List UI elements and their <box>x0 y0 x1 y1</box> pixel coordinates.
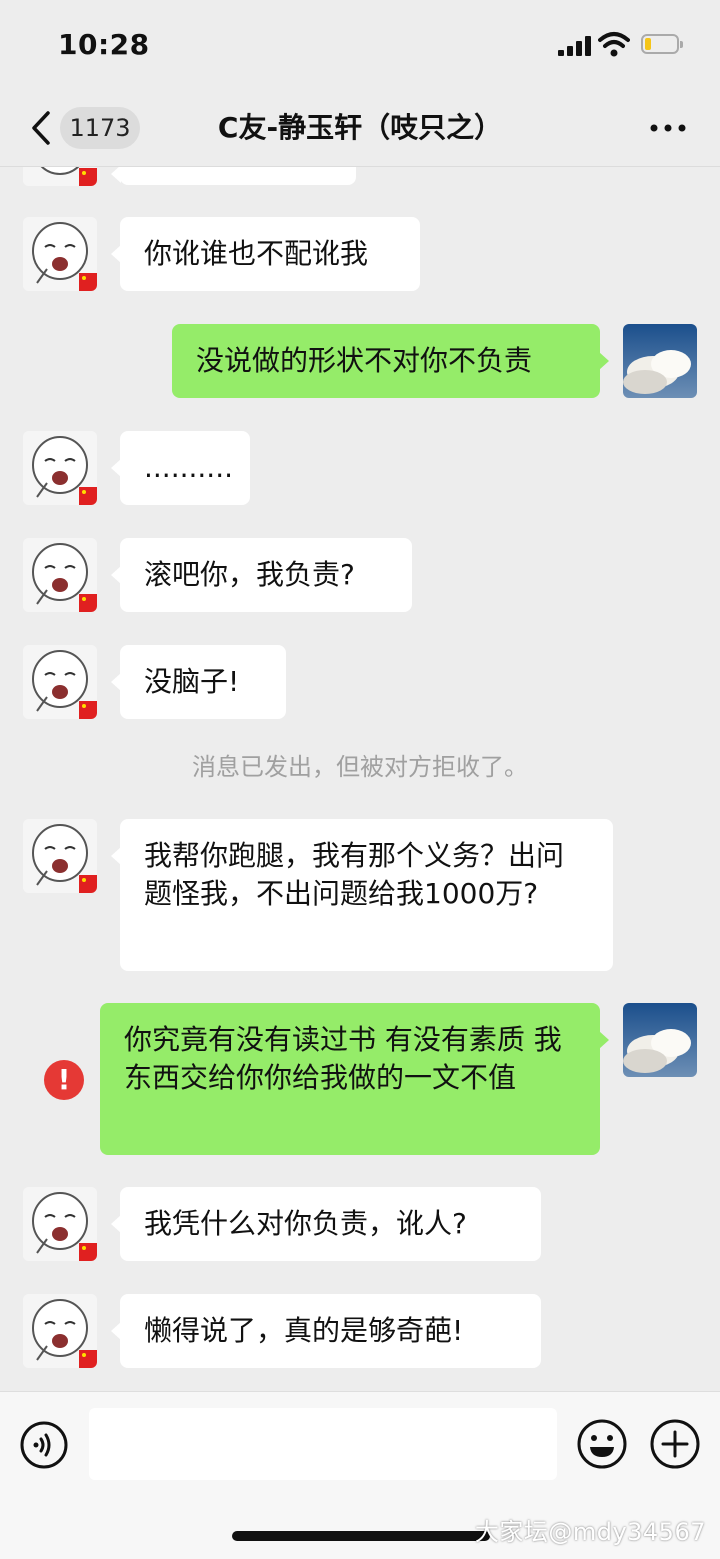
send-failed-icon[interactable]: ! <box>44 1060 84 1100</box>
more-options-icon[interactable] <box>650 124 686 132</box>
message-bubble-outgoing[interactable]: 没说做的形状不对你不负责 <box>172 324 609 398</box>
contact-avatar[interactable] <box>23 819 97 893</box>
message-bubble-incoming[interactable]: 我凭什么对你负责，讹人? <box>111 1187 541 1261</box>
add-attachment-icon[interactable] <box>650 1419 700 1469</box>
contact-avatar[interactable] <box>23 1187 97 1261</box>
contact-avatar[interactable] <box>23 1294 97 1368</box>
message-input[interactable] <box>89 1408 557 1480</box>
wifi-icon <box>598 32 630 57</box>
battery-icon <box>641 34 683 54</box>
voice-input-icon[interactable] <box>20 1421 68 1469</box>
status-bar: 10:28 <box>0 0 720 90</box>
emoji-icon[interactable] <box>577 1419 627 1469</box>
chat-title: C友-静玉轩（吱只之） <box>217 111 503 144</box>
user-avatar[interactable] <box>623 324 697 398</box>
system-notice: 消息已发出，但被对方拒收了。 <box>192 753 528 781</box>
cellular-signal-icon <box>558 36 592 56</box>
contact-avatar[interactable] <box>23 217 97 291</box>
message-bubble-incoming[interactable]: 没脑子! <box>111 645 286 719</box>
message-bubble-incoming[interactable]: 你讹谁也不配讹我 <box>111 217 420 291</box>
home-indicator[interactable] <box>232 1531 490 1541</box>
contact-avatar[interactable] <box>23 645 97 719</box>
status-time: 10:28 <box>58 28 150 61</box>
message-bubble-partial[interactable] <box>111 167 356 185</box>
message-bubble-incoming[interactable]: 我帮你跑腿，我有那个义务？出问题怪我，不出问题给我1000万? <box>111 819 613 971</box>
watermark: 大家坛@mdy34567 <box>474 1518 706 1546</box>
contact-avatar[interactable] <box>23 538 97 612</box>
message-bubble-outgoing[interactable]: 你究竟有没有读过书 有没有素质 我东西交给你你给我做的一文不值 <box>100 1003 609 1155</box>
message-bubble-incoming[interactable]: 懒得说了，真的是够奇葩! <box>111 1294 541 1368</box>
chat-header: 1173 C友-静玉轩（吱只之） <box>0 90 720 167</box>
back-chevron-icon[interactable] <box>28 110 54 146</box>
message-list[interactable]: 你讹谁也不配讹我 没说做的形状不对你不负责 .......... 滚吧你，我负责… <box>0 167 720 1391</box>
unread-count-badge[interactable]: 1173 <box>60 107 140 149</box>
message-bubble-incoming[interactable]: 滚吧你，我负责? <box>111 538 412 612</box>
contact-avatar[interactable] <box>23 431 97 505</box>
message-bubble-incoming[interactable]: .......... <box>111 431 250 505</box>
user-avatar[interactable] <box>623 1003 697 1077</box>
contact-avatar[interactable] <box>23 167 97 186</box>
